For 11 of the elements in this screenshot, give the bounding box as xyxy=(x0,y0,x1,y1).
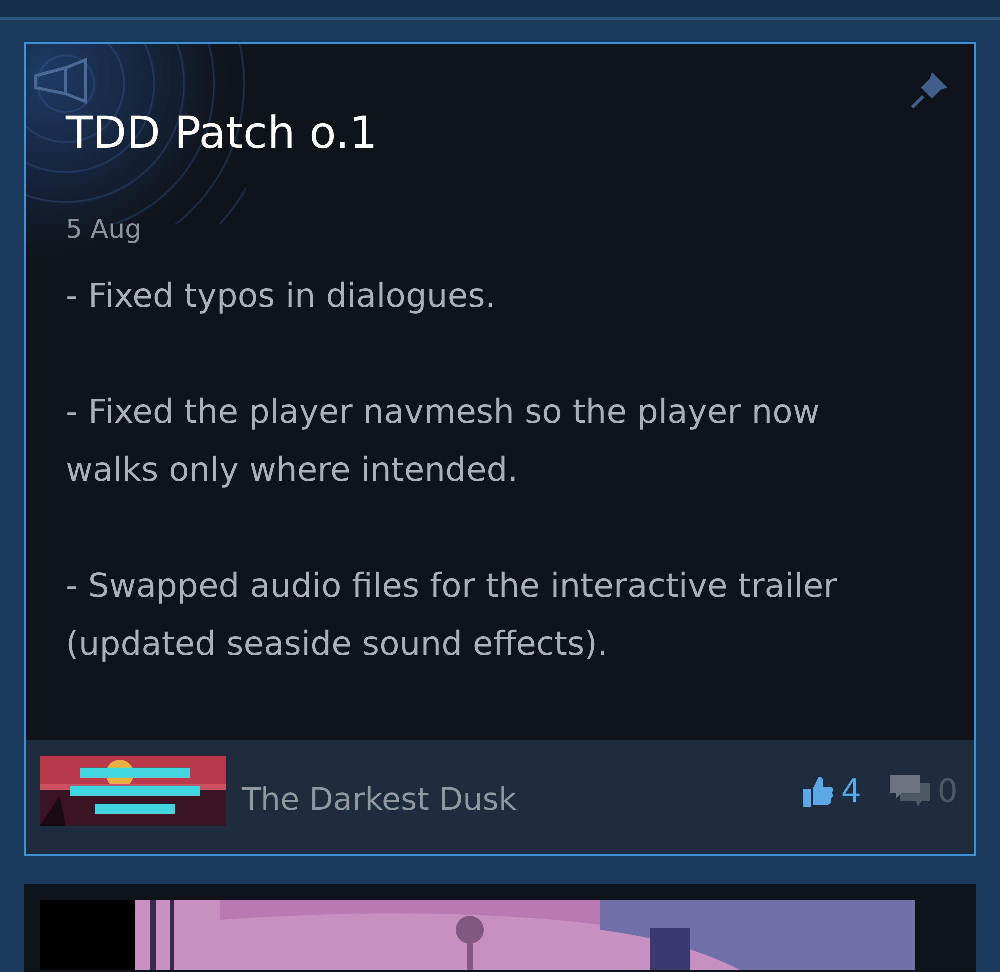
post-text: - Fixed typos in dialogues. xyxy=(66,275,497,317)
megaphone-icon xyxy=(34,58,88,104)
post-text: - Fixed the player navmesh so the player now xyxy=(66,391,821,433)
comment-icon[interactable] xyxy=(888,773,932,809)
post-date: 5 Aug xyxy=(66,215,143,245)
post-text: (updated seaside sound effects). xyxy=(66,623,610,665)
post-title: TDD Patch o.1 xyxy=(66,107,379,161)
post-text: walks only where intended. xyxy=(66,449,520,491)
vote-count: 4 xyxy=(841,772,862,810)
post-text: - Swapped audio files for the interactive trailer xyxy=(66,565,838,607)
game-name[interactable]: The Darkest Dusk xyxy=(242,782,517,818)
